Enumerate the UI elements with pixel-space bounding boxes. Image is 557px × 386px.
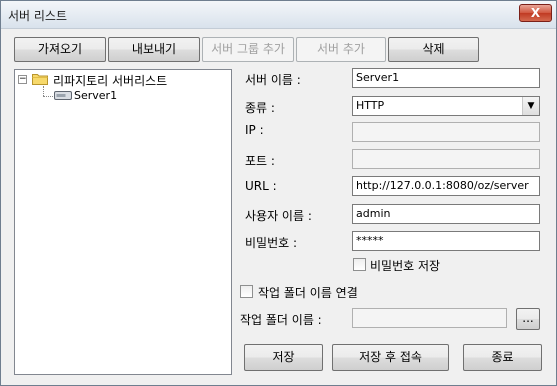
save-password-label[interactable]: 비밀번호 저장 (370, 257, 440, 274)
server-list-dialog: 서버 리스트 X 가져오기 내보내기 서버 그룹 추가 서버 추가 삭제 − 리… (0, 0, 557, 386)
save-and-connect-button[interactable]: 저장 후 접속 (332, 344, 449, 371)
type-selected-value: HTTP (356, 99, 385, 112)
save-password-checkbox[interactable] (353, 258, 366, 271)
ip-field[interactable] (352, 122, 540, 142)
link-folder-checkbox[interactable] (240, 285, 253, 298)
server-tree[interactable]: − 리파지토리 서버리스트 Server1 (14, 69, 232, 375)
port-field[interactable] (352, 149, 540, 169)
server-name-label: 서버 이름 : (245, 73, 301, 87)
username-label: 사용자 이름 : (245, 209, 312, 223)
add-server-button[interactable]: 서버 추가 (296, 37, 386, 62)
tree-connector (43, 96, 53, 97)
window-title: 서버 리스트 (8, 9, 68, 23)
add-server-group-button[interactable]: 서버 그룹 추가 (202, 37, 294, 62)
ip-label: IP : (245, 123, 264, 137)
type-label: 종류 : (245, 101, 275, 115)
exit-button[interactable]: 종료 (463, 344, 542, 371)
link-folder-label[interactable]: 작업 폴더 이름 연결 (258, 284, 358, 301)
url-field[interactable]: http://127.0.0.1:8080/oz/server (352, 176, 540, 196)
work-folder-field[interactable] (352, 308, 507, 328)
title-bar[interactable]: 서버 리스트 X (1, 1, 556, 29)
username-field[interactable]: admin (352, 204, 540, 224)
server-icon (54, 91, 72, 100)
work-folder-label: 작업 폴더 이름 : (240, 313, 322, 327)
password-field[interactable]: ***** (352, 231, 540, 251)
url-label: URL : (245, 179, 277, 193)
export-button[interactable]: 내보내기 (108, 37, 200, 62)
save-button[interactable]: 저장 (244, 344, 323, 371)
server-name-field[interactable]: Server1 (352, 68, 540, 88)
browse-folder-button[interactable]: ... (516, 308, 540, 330)
chevron-down-icon[interactable]: ▼ (522, 97, 539, 115)
password-label: 비밀번호 : (245, 236, 298, 250)
port-label: 포트 : (245, 154, 275, 168)
folder-icon (32, 74, 48, 85)
tree-item-server1[interactable]: Server1 (74, 89, 117, 102)
tree-root-label[interactable]: 리파지토리 서버리스트 (53, 72, 167, 89)
tree-connector (43, 86, 44, 96)
collapse-toggle[interactable]: − (18, 75, 27, 84)
close-window-button[interactable]: X (519, 4, 552, 22)
delete-button[interactable]: 삭제 (388, 37, 479, 62)
type-select[interactable]: HTTP ▼ (352, 96, 540, 116)
import-button[interactable]: 가져오기 (14, 37, 106, 62)
